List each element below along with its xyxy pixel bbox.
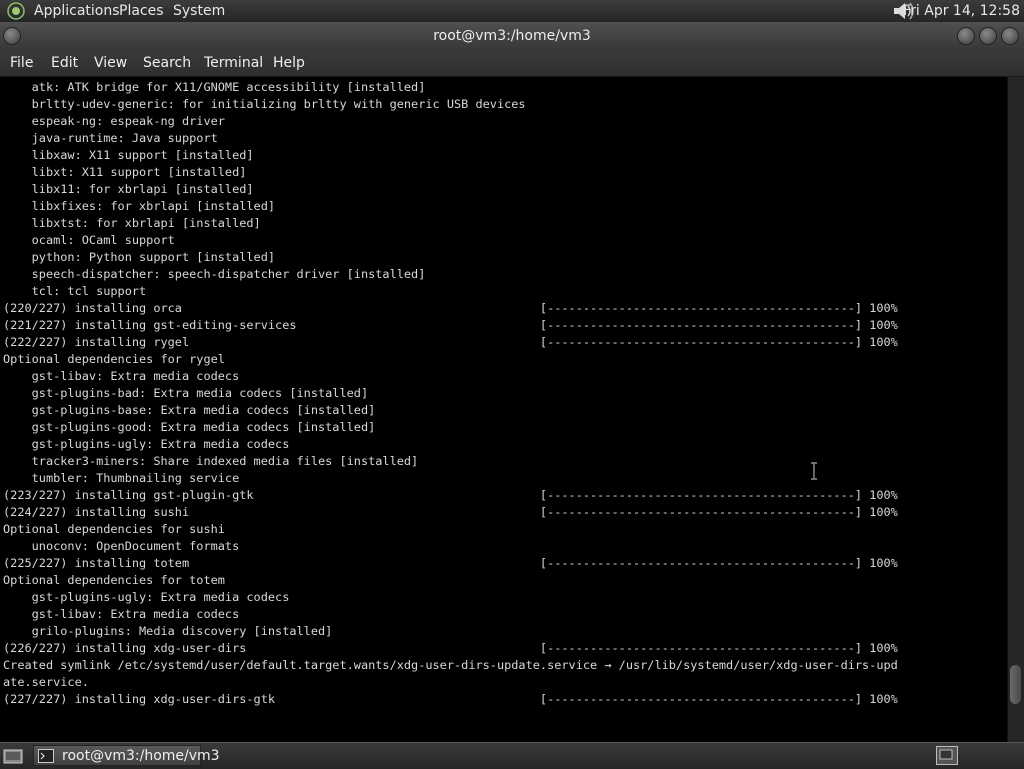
minimize-button[interactable] <box>958 28 974 44</box>
terminal-line: Optional dependencies for sushi <box>3 522 225 536</box>
terminal-line: (226/227) installing xdg-user-dirs [----… <box>3 641 898 655</box>
terminal-line: Optional dependencies for rygel <box>3 352 225 366</box>
terminal-icon <box>38 749 54 763</box>
clock[interactable]: Fri Apr 14, 12:58 <box>903 0 1020 22</box>
close-button[interactable] <box>1002 28 1018 44</box>
terminal-line: gst-plugins-ugly: Extra media codecs <box>3 437 290 451</box>
terminal-line: gst-plugins-good: Extra media codecs [in… <box>3 420 376 434</box>
terminal-output[interactable]: atk: ATK bridge for X11/GNOME accessibil… <box>0 77 1008 742</box>
terminal-line: (224/227) installing sushi [------------… <box>3 505 898 519</box>
terminal-line: libxt: X11 support [installed] <box>3 165 247 179</box>
menubar: File Edit View Search Terminal Help <box>0 50 1024 77</box>
gnome-foot-icon[interactable] <box>6 2 26 20</box>
terminal-line: (220/227) installing orca [-------------… <box>3 301 898 315</box>
terminal-line: grilo-plugins: Media discovery [installe… <box>3 624 333 638</box>
menu-edit[interactable]: Edit <box>51 50 78 76</box>
terminal-line: libxtst: for xbrlapi [installed] <box>3 216 261 230</box>
scrollbar[interactable] <box>1007 77 1024 742</box>
terminal-line: java-runtime: Java support <box>3 131 218 145</box>
menu-terminal[interactable]: Terminal <box>204 50 263 76</box>
i-beam-cursor-icon <box>811 462 817 480</box>
terminal-line: libx11: for xbrlapi [installed] <box>3 182 254 196</box>
menu-help[interactable]: Help <box>273 50 305 76</box>
terminal-line: brltty-udev-generic: for initializing br… <box>3 97 526 111</box>
taskbar-button-terminal[interactable]: root@vm3:/home/vm3 <box>33 745 220 766</box>
terminal-line: tracker3-miners: Share indexed media fil… <box>3 454 419 468</box>
terminal-line: ocaml: OCaml support <box>3 233 175 247</box>
terminal-line: tumbler: Thumbnailing service <box>3 471 240 485</box>
terminal-line: Optional dependencies for totem <box>3 573 225 587</box>
scroll-thumb[interactable] <box>1010 664 1021 705</box>
terminal-line: Created symlink /etc/systemd/user/defaul… <box>3 658 898 672</box>
menu-system[interactable]: System <box>173 0 225 22</box>
workspace-switcher-icon[interactable] <box>936 746 958 765</box>
terminal-line: python: Python support [installed] <box>3 250 276 264</box>
terminal-line: (222/227) installing rygel [------------… <box>3 335 898 349</box>
terminal-line: espeak-ng: espeak-ng driver <box>3 114 225 128</box>
terminal-line: speech-dispatcher: speech-dispatcher dri… <box>3 267 426 281</box>
window-menu-button[interactable] <box>4 28 20 44</box>
window-titlebar[interactable]: root@vm3:/home/vm3 <box>0 22 1024 50</box>
menu-places[interactable]: Places <box>119 0 164 22</box>
terminal-line: atk: ATK bridge for X11/GNOME accessibil… <box>3 80 426 94</box>
terminal-window: root@vm3:/home/vm3 File Edit View Search… <box>0 22 1024 742</box>
terminal-line: gst-plugins-bad: Extra media codecs [ins… <box>3 386 369 400</box>
terminal-line: libxaw: X11 support [installed] <box>3 148 254 162</box>
terminal-line: ate.service. <box>3 675 89 689</box>
terminal-line: (225/227) installing totem [------------… <box>3 556 898 570</box>
terminal-line: gst-plugins-ugly: Extra media codecs <box>3 590 290 604</box>
terminal-line: unoconv: OpenDocument formats <box>3 539 240 553</box>
show-desktop-icon[interactable] <box>3 747 23 765</box>
menu-view[interactable]: View <box>94 50 127 76</box>
window-title: root@vm3:/home/vm3 <box>433 28 591 44</box>
top-panel: Applications Places System Fri Apr 14, 1… <box>0 0 1024 22</box>
maximize-button[interactable] <box>980 28 996 44</box>
terminal-line: gst-plugins-base: Extra media codecs [in… <box>3 403 376 417</box>
terminal-line: (221/227) installing gst-editing-service… <box>3 318 898 332</box>
terminal-lines: atk: ATK bridge for X11/GNOME accessibil… <box>3 79 898 708</box>
terminal-line: gst-libav: Extra media codecs <box>3 607 240 621</box>
taskbar-button-label: root@vm3:/home/vm3 <box>62 748 220 764</box>
menu-applications[interactable]: Applications <box>34 0 120 22</box>
menu-search[interactable]: Search <box>143 50 191 76</box>
menu-file[interactable]: File <box>10 50 33 76</box>
terminal-line: libxfixes: for xbrlapi [installed] <box>3 199 276 213</box>
bottom-panel: root@vm3:/home/vm3 <box>0 742 1024 769</box>
terminal-line: tcl: tcl support <box>3 284 147 298</box>
terminal-line: gst-libav: Extra media codecs <box>3 369 240 383</box>
terminal-line: (227/227) installing xdg-user-dirs-gtk [… <box>3 692 898 706</box>
terminal-line: (223/227) installing gst-plugin-gtk [---… <box>3 488 898 502</box>
